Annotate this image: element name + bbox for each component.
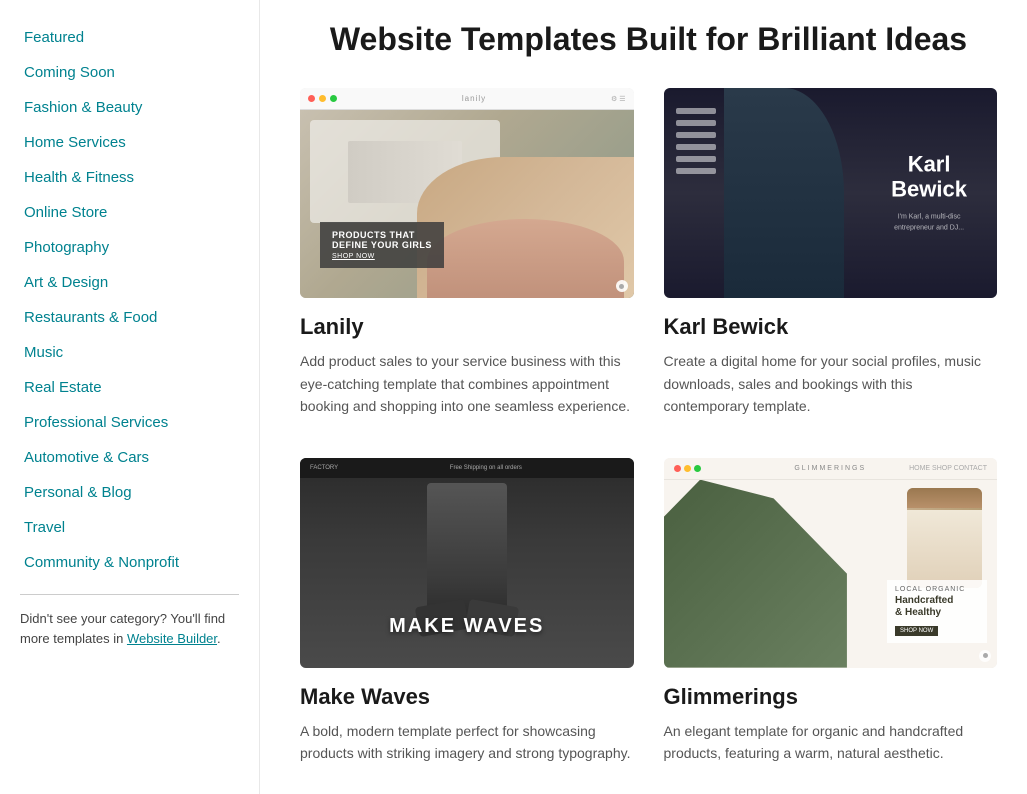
sidebar-divider	[20, 594, 239, 595]
main-content: Website Templates Built for Brilliant Id…	[260, 0, 1027, 794]
sidebar-item-photography[interactable]: Photography	[20, 230, 239, 265]
template-image-factory[interactable]: FACTORY Free Shipping on all orders	[300, 458, 634, 668]
karl-nav	[676, 108, 716, 174]
sidebar-item-health-fitness[interactable]: Health & Fitness	[20, 160, 239, 195]
factory-header: FACTORY Free Shipping on all orders	[300, 458, 634, 478]
glimmerings-text-block: LOCAL ORGANIC Handcrafted& Healthy SHOP …	[887, 580, 987, 643]
glimmerings-header: GLIMMERINGS HOME SHOP CONTACT	[664, 458, 998, 480]
sidebar-item-coming-soon[interactable]: Coming Soon	[20, 55, 239, 90]
sidebar-item-home-services[interactable]: Home Services	[20, 125, 239, 160]
sidebar-item-community-nonprofit[interactable]: Community & Nonprofit	[20, 545, 239, 580]
sidebar-item-restaurants-food[interactable]: Restaurants & Food	[20, 300, 239, 335]
template-card-karl[interactable]: Karl Bewick I'm Karl, a multi-discentrep…	[664, 88, 998, 417]
karl-title: Karl Bewick I'm Karl, a multi-discentrep…	[891, 153, 967, 234]
website-builder-link[interactable]: Website Builder	[127, 631, 217, 646]
template-card-factory[interactable]: FACTORY Free Shipping on all orders	[300, 458, 634, 765]
template-desc-factory: A bold, modern template perfect for show…	[300, 720, 634, 765]
sidebar-item-fashion-beauty[interactable]: Fashion & Beauty	[20, 90, 239, 125]
sidebar-footer: Didn't see your category? You'll find mo…	[20, 609, 239, 648]
lanily-banner: PRODUCTS THATDEFINE YOUR GIRLS SHOP NOW	[320, 222, 444, 268]
template-desc-lanily: Add product sales to your service busine…	[300, 350, 634, 417]
make-waves-text: MAKE WAVES	[389, 615, 544, 638]
template-name-factory: Make Waves	[300, 684, 634, 710]
sidebar-item-featured[interactable]: Featured	[20, 20, 239, 55]
sidebar-item-real-estate[interactable]: Real Estate	[20, 370, 239, 405]
template-desc-karl: Create a digital home for your social pr…	[664, 350, 998, 417]
template-image-lanily[interactable]: lanily ⚙ ☰	[300, 88, 634, 298]
template-name-karl: Karl Bewick	[664, 314, 998, 340]
sidebar-item-professional-services[interactable]: Professional Services	[20, 405, 239, 440]
template-name-glimmerings: Glimmerings	[664, 684, 998, 710]
page-title: Website Templates Built for Brilliant Id…	[300, 20, 997, 58]
sidebar-item-automotive-cars[interactable]: Automotive & Cars	[20, 440, 239, 475]
sidebar-item-music[interactable]: Music	[20, 335, 239, 370]
sidebar-item-travel[interactable]: Travel	[20, 510, 239, 545]
templates-grid: lanily ⚙ ☰	[300, 88, 997, 764]
sidebar-item-art-design[interactable]: Art & Design	[20, 265, 239, 300]
sidebar-item-personal-blog[interactable]: Personal & Blog	[20, 475, 239, 510]
sidebar-item-online-store[interactable]: Online Store	[20, 195, 239, 230]
template-desc-glimmerings: An elegant template for organic and hand…	[664, 720, 998, 765]
template-image-glimmerings[interactable]: GLIMMERINGS HOME SHOP CONTACT	[664, 458, 998, 668]
template-card-lanily[interactable]: lanily ⚙ ☰	[300, 88, 634, 417]
template-name-lanily: Lanily	[300, 314, 634, 340]
template-card-glimmerings[interactable]: GLIMMERINGS HOME SHOP CONTACT	[664, 458, 998, 765]
sidebar: FeaturedComing SoonFashion & BeautyHome …	[0, 0, 260, 794]
template-image-karl[interactable]: Karl Bewick I'm Karl, a multi-discentrep…	[664, 88, 998, 298]
